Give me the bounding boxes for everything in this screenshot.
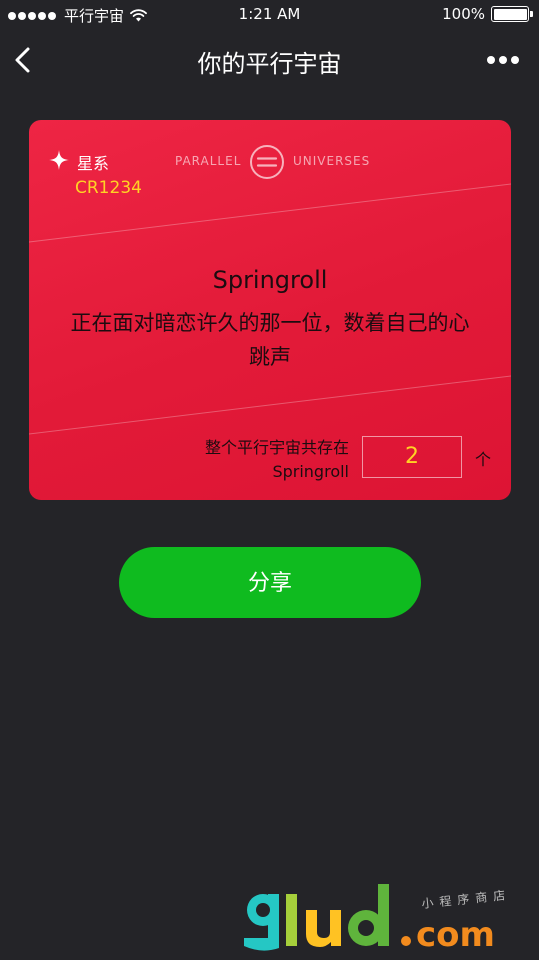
- galaxy-label: 星系: [77, 154, 110, 173]
- count-unit: 个: [475, 450, 492, 469]
- count-label: 整个平行宇宙共存在 Springroll: [205, 436, 349, 484]
- svg-text:com: com: [416, 915, 495, 955]
- page-title: 你的平行宇宙: [197, 50, 342, 78]
- count-value: 2: [362, 436, 462, 478]
- app-screen: 平行宇宙 1:21 AM 100% 你的平行宇宙 星系 CR1234 PARAL…: [0, 0, 539, 960]
- more-menu-icon[interactable]: [483, 56, 519, 64]
- parallel-logo-icon: [250, 145, 284, 179]
- count-label-line2: Springroll: [272, 462, 349, 481]
- universe-card: 星系 CR1234 PARALLEL UNIVERSES Springroll …: [29, 120, 511, 500]
- watermark-logo: com 小程序商店: [244, 884, 512, 955]
- svg-text:小程序商店: 小程序商店: [421, 887, 512, 911]
- logo-text-parallel: PARALLEL: [175, 154, 242, 168]
- share-button[interactable]: 分享: [119, 547, 421, 618]
- battery-icon: [491, 6, 533, 22]
- nav-bar: 你的平行宇宙: [0, 32, 539, 88]
- battery-percent: 100%: [442, 5, 485, 23]
- universe-description: 正在面对暗恋许久的那一位，数着自己的心跳声: [70, 311, 470, 369]
- status-right: 100%: [442, 5, 533, 23]
- galaxy-code: CR1234: [75, 178, 142, 198]
- user-name: Springroll: [212, 266, 328, 294]
- logo-text-universes: UNIVERSES: [293, 154, 371, 168]
- count-label-line1: 整个平行宇宙共存在: [204, 438, 349, 457]
- status-bar: 平行宇宙 1:21 AM 100%: [0, 0, 539, 30]
- sparkle-icon: [49, 150, 69, 170]
